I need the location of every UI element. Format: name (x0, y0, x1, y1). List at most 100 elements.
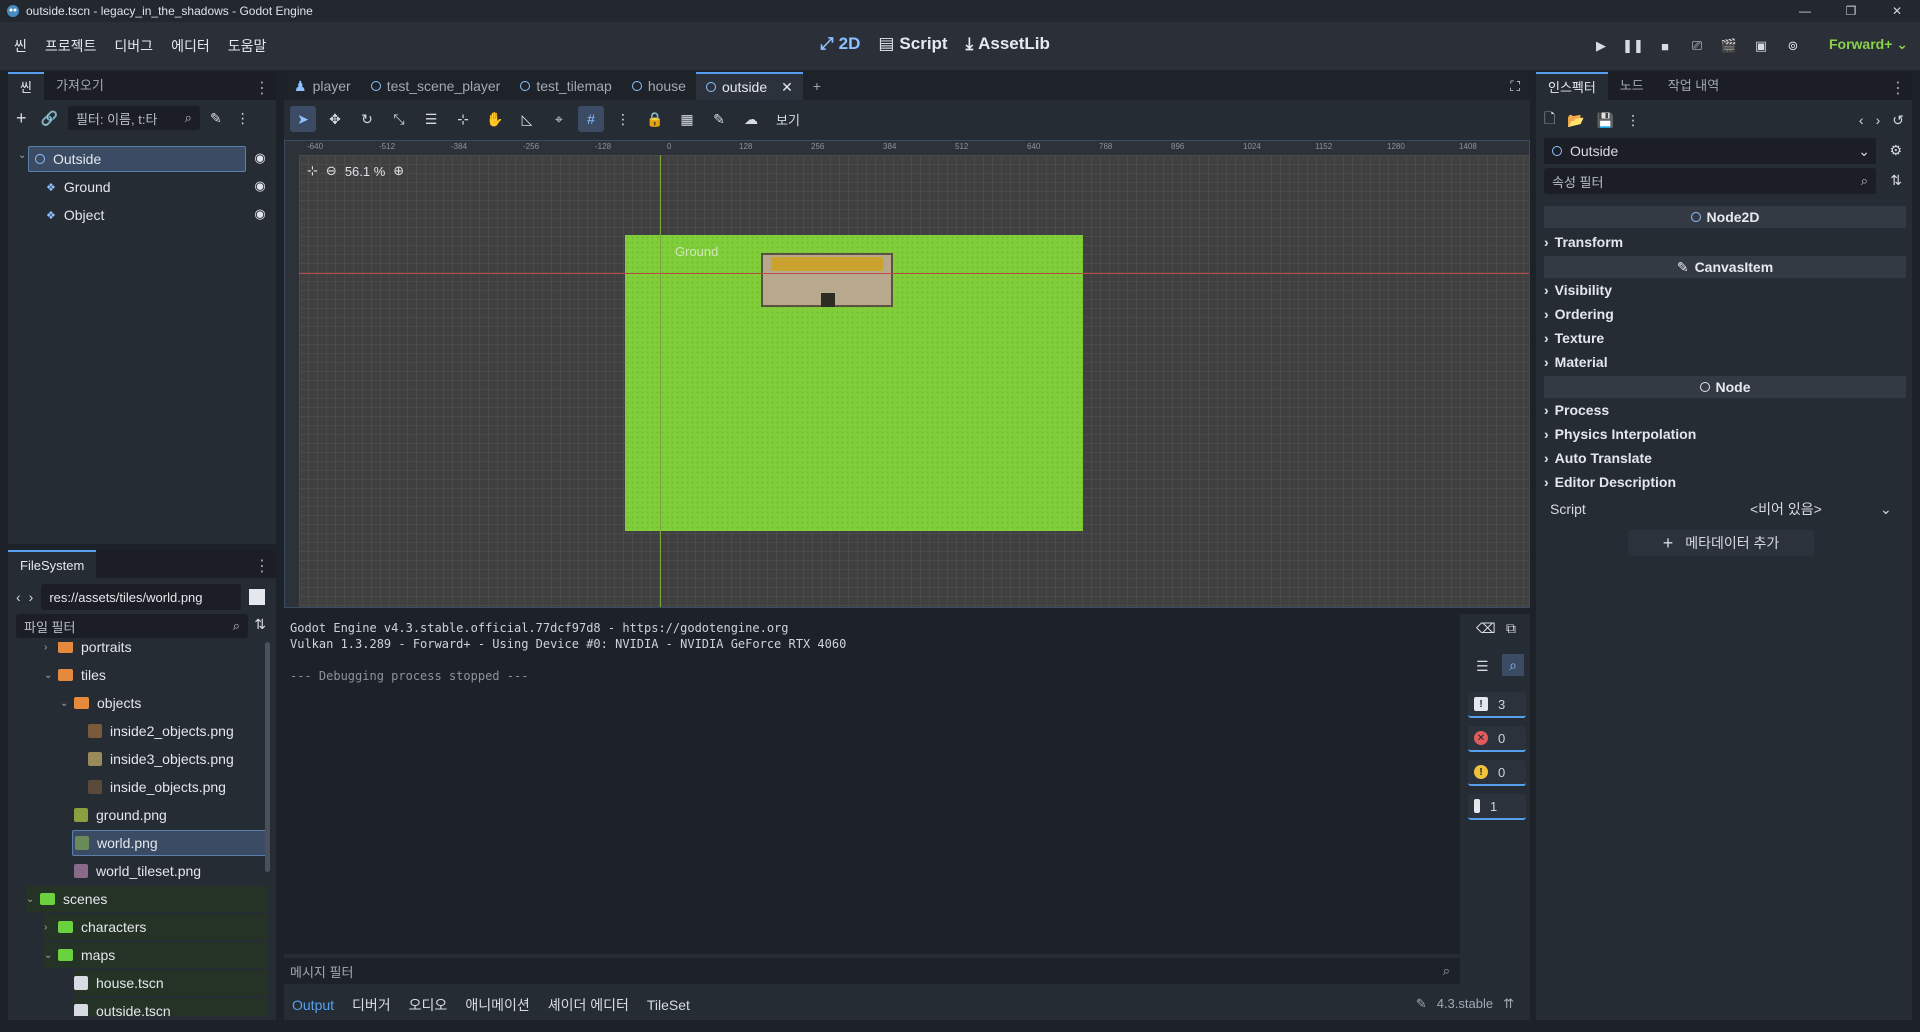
new-resource-icon[interactable]: 🗋 (1544, 108, 1555, 132)
clear-log-icon[interactable]: ⌫ (1476, 620, 1496, 637)
zoom-in-icon[interactable]: ⊕ (393, 163, 404, 179)
category-ordering[interactable]: › Ordering (1544, 306, 1614, 322)
pause-icon[interactable]: ❚❚ (1622, 35, 1644, 57)
workspace-script-button[interactable]: ▤ Script (878, 34, 947, 54)
errors-filter-button[interactable]: ✕ 0 (1468, 726, 1526, 752)
sort-icon[interactable]: ⇅ (254, 616, 266, 633)
filesystem-scrollbar[interactable] (265, 642, 270, 872)
tab-animation[interactable]: 애니메이션 (465, 995, 529, 1015)
tree-node-outside[interactable]: Outside (28, 146, 246, 172)
scene-filter-input[interactable]: 필터: 이름, t:타 ⌕ (67, 106, 200, 130)
zoom-out-icon[interactable]: ⊖ (326, 163, 337, 179)
save-resource-icon[interactable]: 💾 (1597, 112, 1614, 129)
2d-viewport[interactable]: Ground -640 -512 -384 -256 -128 0 128 256 384 512… (284, 140, 1530, 608)
workspace-2d-button[interactable]: ⤢ 2D (820, 34, 860, 54)
dock-menu-icon[interactable]: ⋮ (1890, 78, 1906, 98)
category-editor-description[interactable]: › Editor Description (1544, 474, 1676, 490)
category-physics-interpolation[interactable]: › Physics Interpolation (1544, 426, 1696, 442)
fs-item-objects[interactable]: ⌄ objects (60, 690, 268, 716)
tab-shader-editor[interactable]: 셰이더 에디터 (548, 995, 629, 1015)
bone-icon[interactable]: ✎ (706, 106, 732, 132)
add-node-icon[interactable]: + (16, 108, 27, 129)
fs-item-world-tileset[interactable]: world_tileset.png (74, 858, 268, 884)
category-texture[interactable]: › Texture (1544, 330, 1604, 346)
tab-test-tilemap[interactable]: test_tilemap (510, 72, 621, 100)
tab-output[interactable]: Output (292, 997, 334, 1013)
select-tool-icon[interactable]: ➤ (290, 106, 316, 132)
pivot-tool-icon[interactable]: ⊹ (450, 106, 476, 132)
minimize-button[interactable]: — (1782, 0, 1828, 22)
play-icon[interactable]: ▶ (1590, 35, 1612, 57)
back-icon[interactable]: ‹ (16, 589, 21, 605)
dock-menu-icon[interactable]: ⋮ (254, 78, 270, 98)
workspace-assetlib-button[interactable]: ⤓ AssetLib (966, 34, 1050, 54)
movie-maker-icon[interactable]: ⊚ (1782, 35, 1804, 57)
object-properties-icon[interactable]: ⚙ (1889, 142, 1902, 159)
smart-snap-icon[interactable]: ⌖ (546, 106, 572, 132)
category-visibility[interactable]: › Visibility (1544, 282, 1612, 298)
eye-icon[interactable]: ◉ (252, 150, 268, 166)
warnings-filter-button[interactable]: ! 0 (1468, 760, 1526, 786)
remote-debug-icon[interactable]: ⎚ (1686, 35, 1708, 57)
tab-node[interactable]: 노드 (1608, 72, 1656, 100)
move-tool-icon[interactable]: ✥ (322, 106, 348, 132)
tab-filesystem[interactable]: FileSystem (8, 550, 97, 578)
category-material[interactable]: › Material (1544, 354, 1608, 370)
search-icon[interactable]: ⌕ (1502, 654, 1524, 676)
add-metadata-button[interactable]: + 메타데이터 추가 (1628, 530, 1814, 556)
fs-item-house-tscn[interactable]: house.tscn (74, 970, 268, 996)
filter-options-icon[interactable]: ⇅ (1890, 172, 1902, 189)
override-camera-icon[interactable]: ☁ (738, 106, 764, 132)
menu-project[interactable]: 프로젝트 (45, 36, 107, 56)
fs-item-outside-tscn[interactable]: outside.tscn (74, 998, 268, 1016)
fs-item-portraits[interactable]: › portraits (44, 642, 268, 660)
link-icon[interactable]: 🔗 (41, 110, 58, 127)
node-selector[interactable]: Outside ⌄ (1544, 138, 1876, 164)
attach-script-icon[interactable]: ✎ (210, 110, 222, 127)
copy-icon[interactable]: ⧉ (1506, 620, 1516, 637)
play-scene-icon[interactable]: 🎬 (1718, 35, 1740, 57)
info-filter-button[interactable]: 1 (1468, 794, 1526, 820)
forward-icon[interactable]: › (29, 589, 34, 605)
category-transform[interactable]: › Transform (1544, 234, 1623, 250)
tab-outside[interactable]: outside ✕ (695, 72, 803, 100)
rotate-tool-icon[interactable]: ↻ (354, 106, 380, 132)
script-value[interactable]: <비어 있음> (1750, 499, 1880, 519)
lock-icon[interactable]: 🔒 (642, 106, 668, 132)
eye-icon[interactable]: ◉ (252, 178, 268, 194)
grid-snap-icon[interactable]: # (578, 106, 604, 132)
tab-scene[interactable]: 씬 (8, 72, 44, 100)
menu-editor[interactable]: 에디터 (171, 36, 220, 56)
tree-node-object[interactable]: ❖ Object (46, 202, 246, 228)
group-icon[interactable]: ▦ (674, 106, 700, 132)
fs-item-characters[interactable]: › characters (44, 914, 268, 940)
messages-filter-button[interactable]: ! 3 (1468, 692, 1526, 718)
center-view-icon[interactable]: ⊹ (307, 163, 318, 179)
stop-icon[interactable]: ■ (1654, 35, 1676, 57)
path-field[interactable]: res://assets/tiles/world.png (41, 584, 242, 610)
dock-menu-icon[interactable]: ⋮ (254, 556, 270, 576)
property-filter-input[interactable]: 속성 필터 ⌕ (1544, 168, 1876, 194)
close-icon[interactable]: ✕ (781, 79, 793, 96)
fs-item-ground[interactable]: ground.png (74, 802, 268, 828)
forward-icon[interactable]: › (1876, 112, 1881, 128)
menu-help[interactable]: 도움말 (228, 36, 277, 56)
message-filter-input[interactable]: 메시지 필터 ⌕ (284, 958, 1460, 984)
tab-import[interactable]: 가져오기 (44, 72, 116, 100)
play-custom-scene-icon[interactable]: ▣ (1750, 35, 1772, 57)
new-tab-button[interactable]: + (803, 72, 831, 100)
tab-history[interactable]: 작업 내역 (1656, 72, 1731, 100)
menu-scene[interactable]: 씬 (14, 36, 37, 56)
tab-audio[interactable]: 오디오 (409, 995, 448, 1015)
pan-tool-icon[interactable]: ✋ (482, 106, 508, 132)
renderer-selector[interactable]: Forward+ ⌄ (1829, 36, 1908, 53)
back-icon[interactable]: ‹ (1859, 112, 1864, 128)
fs-item-tiles[interactable]: ⌄ tiles (44, 662, 268, 688)
menu-debug[interactable]: 디버그 (114, 36, 163, 56)
scale-tool-icon[interactable]: ⤡ (386, 106, 412, 132)
scene-menu-icon[interactable]: ⋮ (236, 110, 250, 127)
open-resource-icon[interactable]: 📂 (1567, 112, 1584, 129)
eye-icon[interactable]: ◉ (252, 206, 268, 222)
tab-tileset[interactable]: TileSet (647, 997, 690, 1013)
history-icon[interactable]: ↺ (1892, 112, 1904, 129)
